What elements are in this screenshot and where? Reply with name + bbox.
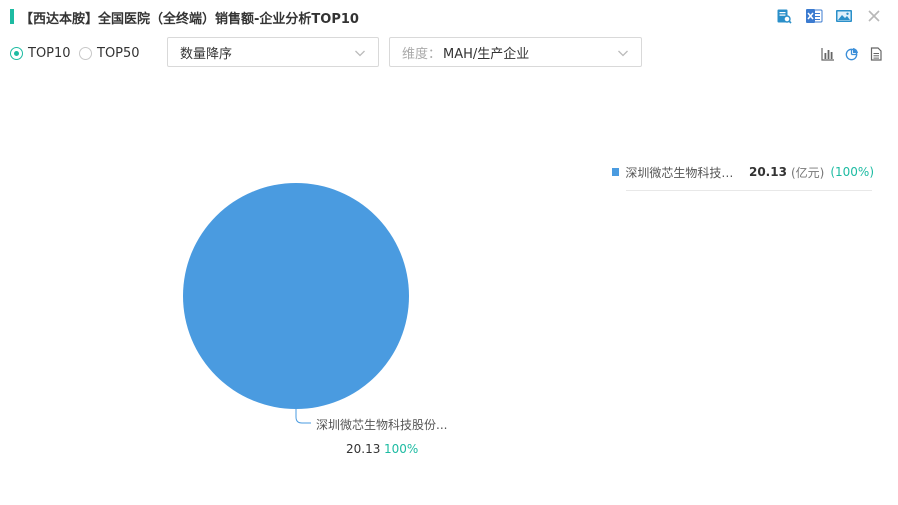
slice-label-value: 20.13 bbox=[346, 442, 380, 456]
slice-label-name: 深圳微芯生物科技股份... bbox=[316, 418, 447, 432]
slice-label-percent: 100% bbox=[384, 442, 418, 456]
pie-chart: 深圳微芯生物科技股份... 20.13 100% bbox=[183, 183, 447, 456]
legend-item[interactable]: 深圳微芯生物科技股… 20.13 (亿元) (100%) bbox=[612, 162, 874, 182]
legend-item-value: 20.13 bbox=[748, 165, 787, 179]
legend-item-name: 深圳微芯生物科技股… bbox=[625, 165, 739, 180]
legend-item-percent: (100%) bbox=[830, 165, 874, 179]
pie-slice[interactable] bbox=[183, 183, 409, 409]
label-leader-line bbox=[295, 409, 311, 424]
legend-item-unit: (亿元) bbox=[790, 165, 825, 180]
legend-divider bbox=[626, 190, 872, 191]
chart-legend: 深圳微芯生物科技股… 20.13 (亿元) (100%) bbox=[612, 162, 874, 191]
legend-swatch bbox=[612, 168, 620, 176]
